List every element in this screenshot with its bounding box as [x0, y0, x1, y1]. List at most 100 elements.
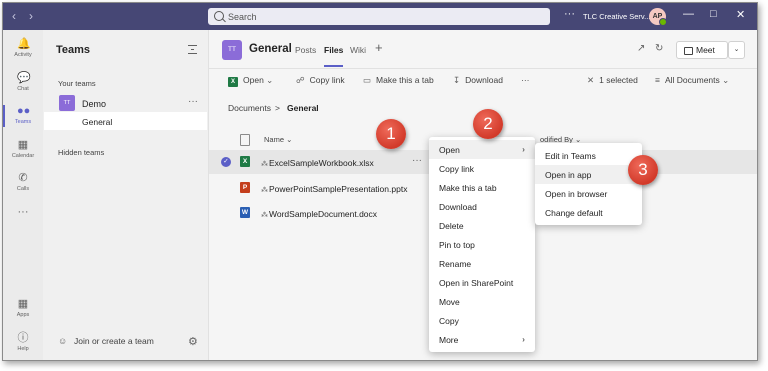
tab-files[interactable]: Files — [324, 45, 344, 67]
menu-item-label: Rename — [439, 259, 472, 269]
menu-item-label: Download — [439, 202, 477, 212]
back-icon[interactable]: ‹ — [12, 9, 16, 23]
submenu-item-change-default[interactable]: Change default — [535, 203, 642, 222]
hidden-teams-label[interactable]: Hidden teams — [58, 148, 104, 157]
more-icon: ··· — [17, 206, 29, 218]
expand-icon[interactable]: ↗ — [637, 43, 645, 54]
make-tab-label: Make this a tab — [376, 75, 434, 85]
channel-item-general[interactable]: General — [44, 112, 207, 130]
forward-icon[interactable]: › — [29, 9, 33, 23]
toolbar-more-button[interactable]: ··· — [521, 75, 530, 85]
menu-item-copy-link[interactable]: Copy link — [429, 159, 535, 178]
rail-calendar[interactable]: ▦ Calendar — [3, 139, 43, 159]
download-label: Download — [465, 75, 503, 85]
menu-item-more[interactable]: More › — [429, 330, 535, 349]
menu-item-label: Open in SharePoint — [439, 278, 514, 288]
rail-teams[interactable]: ●● Teams — [3, 105, 43, 127]
team-avatar: TT — [59, 95, 75, 111]
menu-item-label: More — [439, 335, 459, 345]
tab-wiki[interactable]: Wiki — [350, 45, 366, 55]
submenu-item-open-in-app[interactable]: Open in app — [535, 165, 642, 184]
channel-avatar: TT — [222, 40, 242, 60]
settings-more-button[interactable]: ··· — [564, 8, 575, 20]
rail-apps[interactable]: ▦ Apps — [3, 298, 43, 318]
team-more-button[interactable]: ··· — [188, 96, 198, 107]
rail-calls[interactable]: ✆ Calls — [3, 172, 43, 192]
copy-link-button[interactable]: ☍ Copy link — [296, 75, 345, 86]
breadcrumb-documents[interactable]: Documents — [228, 103, 271, 113]
file-name[interactable]: ⁂PowerPointSamplePresentation.pptx — [261, 184, 407, 194]
submenu-item-edit-in-teams[interactable]: Edit in Teams — [535, 146, 642, 165]
breadcrumb-current: General — [287, 103, 319, 113]
join-create-team-button[interactable]: ☺ Join or create a team — [58, 336, 154, 346]
excel-icon: X — [240, 156, 250, 167]
help-icon: ⓘ — [17, 332, 29, 344]
menu-item-pin-to-top[interactable]: Pin to top — [429, 235, 535, 254]
rail-label: Teams — [14, 119, 32, 125]
tab-posts[interactable]: Posts — [295, 45, 316, 55]
menu-item-open[interactable]: Open › — [429, 140, 535, 159]
files-toolbar: X Open ⌄ ☍ Copy link ▭ Make this a tab ↧ Dow… — [209, 69, 757, 91]
menu-item-label: Copy link — [439, 164, 474, 174]
checkmark-icon[interactable]: ✓ — [221, 157, 231, 167]
filter-icon[interactable] — [188, 45, 197, 54]
context-menu: Open › Copy link Make this a tab Download… — [429, 137, 535, 352]
gear-icon[interactable]: ⚙ — [188, 335, 198, 348]
your-teams-label: Your teams — [58, 79, 96, 88]
menu-item-label: Copy — [439, 316, 459, 326]
menu-item-copy[interactable]: Copy — [429, 311, 535, 330]
file-name[interactable]: ⁂ExcelSampleWorkbook.xlsx — [261, 158, 374, 168]
rail-activity[interactable]: 🔔 Activity — [3, 38, 43, 58]
menu-item-rename[interactable]: Rename — [429, 254, 535, 273]
menu-item-label: Pin to top — [439, 240, 475, 250]
chat-icon: 💬 — [17, 72, 31, 84]
rail-label: Chat — [17, 86, 29, 92]
bell-icon: 🔔 — [17, 38, 31, 50]
make-tab-button[interactable]: ▭ Make this a tab — [363, 75, 434, 86]
row-more-button[interactable]: ··· — [412, 155, 422, 166]
rail-help[interactable]: ⓘ Help — [3, 332, 43, 352]
file-name[interactable]: ⁂WordSampleDocument.docx — [261, 209, 377, 219]
open-button[interactable]: X Open ⌄ — [228, 75, 278, 87]
refresh-icon[interactable]: ↻ — [655, 43, 663, 54]
view-selector[interactable]: ≡ All Documents ⌄ — [655, 75, 734, 86]
channel-title: General — [249, 43, 292, 55]
maximize-icon[interactable]: □ — [710, 8, 717, 20]
avatar[interactable]: AP — [649, 8, 667, 26]
open-label: Open — [243, 75, 264, 85]
minimize-icon[interactable]: — — [683, 8, 694, 20]
menu-item-open-in-sharepoint[interactable]: Open in SharePoint — [429, 273, 535, 292]
meet-dropdown-icon[interactable]: ⌄ — [728, 41, 745, 59]
link-icon: ☍ — [296, 75, 305, 85]
selected-count: 1 selected — [599, 75, 638, 85]
channel-label: General — [82, 117, 113, 127]
download-button[interactable]: ↧ Download — [453, 75, 503, 86]
search-input[interactable]: Search — [208, 8, 550, 25]
menu-item-label: Open — [439, 145, 460, 155]
rail-label: Help — [17, 346, 29, 352]
rail-more[interactable]: ··· — [3, 206, 43, 218]
menu-item-make-tab[interactable]: Make this a tab — [429, 178, 535, 197]
rail-label: Activity — [14, 52, 32, 58]
meet-label: Meet — [696, 45, 715, 55]
menu-item-delete[interactable]: Delete — [429, 216, 535, 235]
menu-item-download[interactable]: Download — [429, 197, 535, 216]
rail-chat[interactable]: 💬 Chat — [3, 72, 43, 92]
excel-icon: X — [228, 77, 238, 87]
download-icon: ↧ — [453, 75, 461, 85]
clear-selection-button[interactable]: ✕ 1 selected — [587, 75, 638, 86]
column-header-name[interactable]: Name ⌄ — [264, 135, 292, 144]
submenu-item-open-in-browser[interactable]: Open in browser — [535, 184, 642, 203]
team-name[interactable]: Demo — [82, 99, 106, 109]
menu-item-move[interactable]: Move — [429, 292, 535, 311]
open-submenu: Edit in Teams Open in app Open in browse… — [535, 143, 642, 225]
add-tab-icon[interactable]: + — [375, 40, 383, 55]
org-name[interactable]: TLC Creative Serv... — [583, 12, 650, 21]
submenu-item-label: Edit in Teams — [545, 151, 596, 161]
close-icon[interactable]: ✕ — [736, 8, 745, 21]
video-camera-icon — [684, 47, 693, 55]
submenu-item-label: Change default — [545, 208, 603, 218]
meet-button[interactable]: Meet — [676, 41, 728, 59]
copy-link-label: Copy link — [309, 75, 345, 85]
join-label: Join or create a team — [74, 336, 154, 346]
